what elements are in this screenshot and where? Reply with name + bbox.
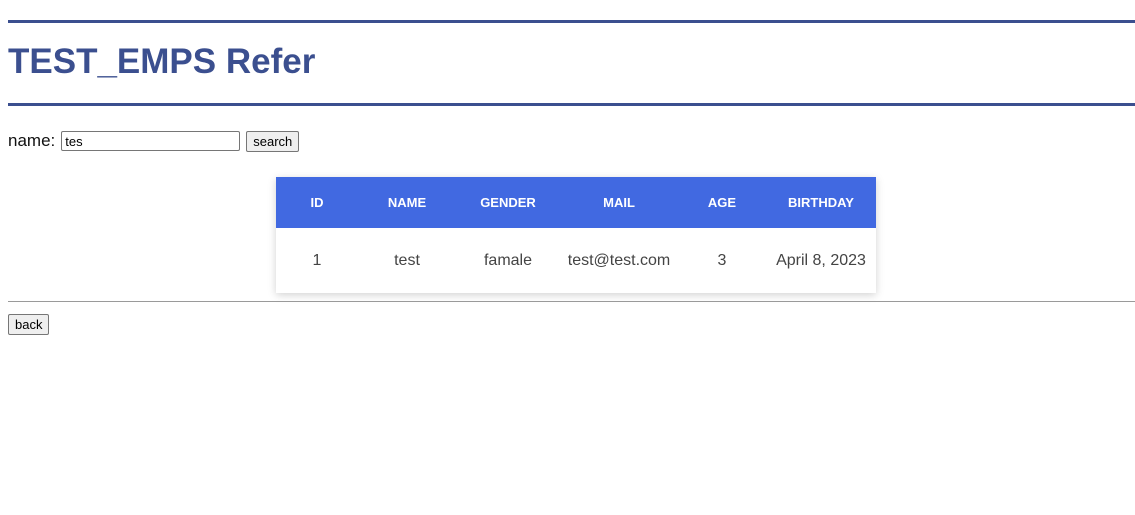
cell-mail: test@test.com — [567, 251, 671, 269]
search-form: name: search — [8, 128, 300, 154]
title-block: TEST_EMPS Refer — [8, 20, 1135, 106]
cell-name: test — [394, 251, 420, 269]
table-header-row: ID NAME GENDER MAIL AGE BIRTHDAY — [276, 177, 876, 228]
name-label: name: — [8, 131, 56, 150]
name-search-input[interactable] — [61, 131, 241, 151]
cell-birthday: April 8, 2023 — [776, 251, 866, 269]
cell-id: 1 — [312, 251, 322, 269]
column-header-gender: GENDER — [456, 177, 560, 228]
column-header-id: ID — [276, 177, 358, 228]
cell-gender: famale — [483, 251, 533, 269]
column-header-mail: MAIL — [560, 177, 678, 228]
column-header-birthday: BIRTHDAY — [766, 177, 876, 228]
page-title: TEST_EMPS Refer — [8, 42, 316, 81]
back-button[interactable]: back — [8, 314, 50, 335]
cell-age: 3 — [717, 251, 727, 269]
table-row: 1 test famale test@test.com 3 April 8, 2… — [276, 228, 876, 293]
column-header-name: NAME — [358, 177, 456, 228]
search-button[interactable]: search — [246, 130, 300, 152]
page: TEST_EMPS Refer name: search ID NAME GEN… — [0, 0, 1135, 515]
column-header-age: AGE — [678, 177, 766, 228]
employees-table: ID NAME GENDER MAIL AGE BIRTHDAY 1 test … — [276, 177, 876, 293]
divider — [8, 301, 1135, 302]
